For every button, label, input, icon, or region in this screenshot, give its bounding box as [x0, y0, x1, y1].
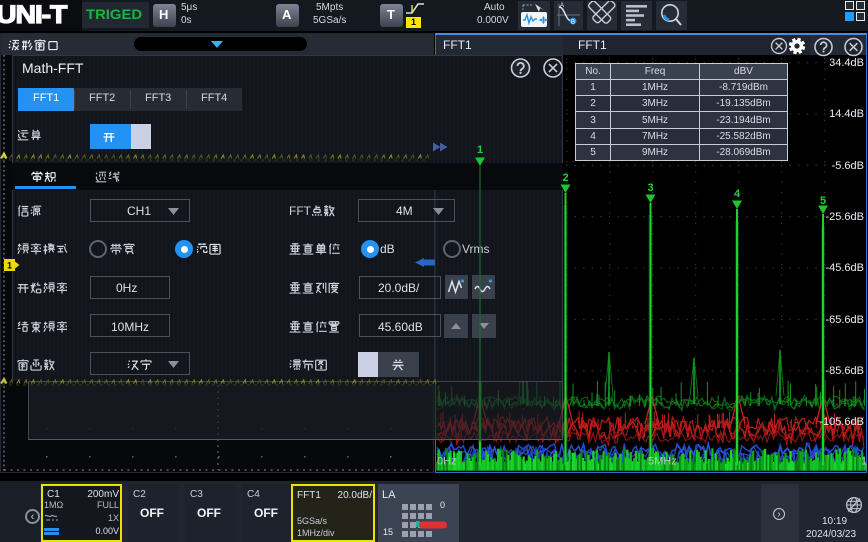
svg-text:B: B [571, 20, 575, 26]
svg-text:10MHz: 10MHz [861, 456, 867, 468]
svg-text:0Hz: 0Hz [437, 456, 457, 468]
svg-text:5MHz: 5MHz [648, 456, 677, 468]
svg-text:A: A [560, 3, 564, 9]
